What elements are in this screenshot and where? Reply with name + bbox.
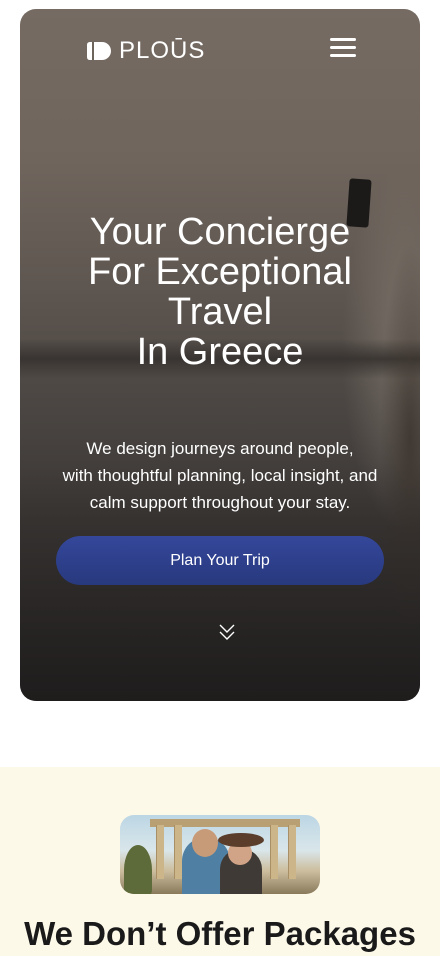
hero-section: PLOŪS Your Concierge For Exceptional Tra… — [20, 9, 420, 701]
section-title-bold: Offer Packages — [175, 915, 416, 952]
brand-name: PLOŪS — [119, 37, 206, 64]
travelers-photo — [120, 815, 320, 894]
hero-subtitle-line: calm support throughout your stay. — [89, 493, 351, 512]
hamburger-menu-icon[interactable] — [328, 35, 358, 59]
hero-subtitle-line: with thoughtful planning, local insight,… — [62, 466, 378, 485]
no-packages-section: We Don’t Offer Packages — [0, 767, 440, 956]
hero-title-line: Your Concierge — [89, 211, 351, 253]
double-chevron-down-icon[interactable] — [217, 621, 237, 643]
hero-title-line: In Greece — [136, 331, 304, 373]
hero-title-line: For Exceptional — [87, 251, 352, 293]
brand-logo[interactable]: PLOŪS — [87, 37, 205, 65]
hero-subtitle-line: We design journeys around people, — [86, 439, 354, 458]
plan-your-trip-button[interactable]: Plan Your Trip — [56, 536, 384, 585]
section-title: We Don’t Offer Packages — [0, 915, 440, 953]
hero-title: Your Concierge For Exceptional Travel In… — [20, 212, 420, 372]
hero-subtitle: We design journeys around people, with t… — [50, 435, 390, 516]
logo-mark-icon — [87, 42, 111, 60]
hero-title-line: Travel — [167, 291, 273, 333]
section-title-regular: We Don’t — [24, 915, 167, 952]
